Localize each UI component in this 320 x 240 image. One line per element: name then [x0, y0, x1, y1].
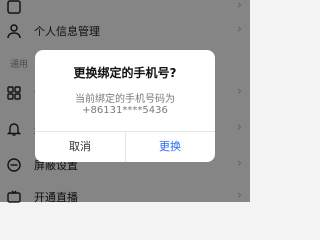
cancel-button[interactable]: 取消: [35, 132, 125, 162]
change-phone-dialog: 更换绑定的手机号? 当前绑定的手机号码为 +86131****5436 取消 更…: [35, 50, 215, 162]
change-button[interactable]: 更换: [125, 132, 215, 162]
dialog-title: 更换绑定的手机号?: [73, 66, 177, 80]
dialog-message: 当前绑定的手机号码为: [75, 94, 175, 105]
bound-phone-number: +86131****5436: [82, 105, 168, 116]
